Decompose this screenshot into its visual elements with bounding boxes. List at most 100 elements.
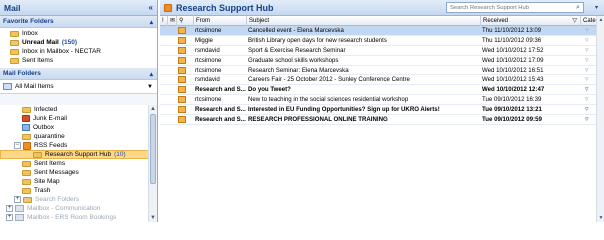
flag-icon[interactable]: ▿ <box>585 85 593 94</box>
rss-icon <box>164 3 172 12</box>
scroll-down-icon[interactable]: ▼ <box>149 214 157 222</box>
folder-title: Research Support Hub <box>176 2 274 13</box>
mail-icon <box>3 83 12 90</box>
folder-tree-item[interactable]: Junk E-mail <box>0 114 149 123</box>
importance-column-header[interactable]: ! <box>160 16 168 26</box>
message-row[interactable]: Research and S... RESEARCH PROFESSIONAL O… <box>160 115 596 125</box>
folder-tree-scrollbar[interactable]: ▲ ▼ <box>148 105 157 222</box>
categories-column-header[interactable]: Cate... <box>581 16 596 26</box>
scroll-down-icon[interactable]: ▼ <box>597 214 604 222</box>
message-from: Research and S... <box>195 116 246 124</box>
scrollbar-thumb[interactable] <box>150 114 156 184</box>
message-list-pane: Research Support Hub ⌕ ▾ ! ✉ ⚲ From Subj… <box>160 0 604 222</box>
folder-tree-item[interactable]: Sent Items <box>0 159 149 168</box>
folder-tree-item[interactable]: Infected <box>0 105 149 114</box>
subject-column-header[interactable]: Subject <box>247 16 481 26</box>
folder-tree-item[interactable]: + Mailbox - ERS Room Bookings <box>0 213 149 222</box>
flag-icon[interactable]: ▿ <box>585 56 593 65</box>
message-received: Wed 10/10/2012 17:09 <box>482 56 544 64</box>
message-subject: Research Seminar: Elena Marcevska <box>248 66 349 74</box>
from-column-header[interactable]: From <box>194 16 247 26</box>
outbox-icon <box>22 124 30 131</box>
inbox-icon <box>10 30 19 37</box>
folder-label: Infected <box>34 106 58 113</box>
flag-icon[interactable]: ▿ <box>585 105 593 114</box>
message-row[interactable]: Miggie British Library open days for new … <box>160 36 596 46</box>
folder-icon <box>33 151 42 158</box>
collapse-pane-button[interactable]: « <box>149 3 153 12</box>
folder-label: Trash <box>34 187 51 194</box>
message-subject: Graduate school skills workshops <box>248 56 339 64</box>
folder-icon <box>22 187 31 194</box>
message-received: Tue 09/10/2012 13:21 <box>482 106 542 114</box>
flag-icon[interactable]: ▿ <box>585 46 593 55</box>
message-row[interactable]: Research and S... Interested in EU Fundin… <box>160 105 596 116</box>
all-mail-items-selector[interactable]: All Mail Items ▼ <box>0 80 157 94</box>
flag-icon[interactable]: ▿ <box>585 95 593 104</box>
expand-icon[interactable]: + <box>14 196 21 203</box>
favorite-inbox[interactable]: Inbox <box>0 29 157 38</box>
folder-tree-item[interactable]: − RSS Feeds <box>0 141 149 150</box>
message-subject: Careers Fair - 25 October 2012 - Sunley … <box>248 76 410 84</box>
flag-icon[interactable]: ▿ <box>585 26 593 35</box>
attachment-column-header[interactable]: ⚲ <box>177 16 194 26</box>
search-icon[interactable]: ⌕ <box>573 3 583 12</box>
junk-icon <box>22 115 30 122</box>
message-row[interactable]: rsmdavid Careers Fair - 25 October 2012 -… <box>160 75 596 86</box>
envelope-icon: ✉ <box>170 18 176 24</box>
favorite-sent-items[interactable]: Sent Items <box>0 56 157 65</box>
collapse-icon[interactable]: − <box>14 142 21 149</box>
message-row[interactable]: rtcsimone Cancelled event - Elena Marcevs… <box>160 26 596 36</box>
message-from: rtcsimone <box>195 66 222 74</box>
mail-folders-header[interactable]: Mail Folders ▴ <box>0 68 157 80</box>
message-subject: Cancelled event - Elena Marcevska <box>248 27 344 34</box>
message-row[interactable]: rsmdavid Sport & Exercise Research Semina… <box>160 46 596 56</box>
favorite-unread-mail[interactable]: Unread Mail (150) <box>0 38 157 47</box>
rss-item-icon <box>178 76 186 84</box>
message-received: Wed 10/10/2012 16:51 <box>482 66 544 74</box>
folder-icon <box>22 160 31 167</box>
expand-icon[interactable]: + <box>6 214 13 221</box>
folder-tree-item[interactable]: Sent Messages <box>0 168 149 177</box>
favorite-folders-header[interactable]: Favorite Folders ▴ <box>0 16 157 28</box>
flag-icon[interactable]: ▿ <box>585 75 593 84</box>
folder-tree-item[interactable]: Research Support Hub (10) <box>0 150 149 159</box>
folder-label: RSS Feeds <box>34 142 68 149</box>
favorite-inbox-nectar[interactable]: Inbox in Mailbox - NECTAR <box>0 47 157 56</box>
folder-label: Mailbox - Communication <box>27 205 101 212</box>
chevron-down-icon[interactable]: ▼ <box>147 84 153 90</box>
type-column-header[interactable]: ✉ <box>168 16 177 26</box>
flag-icon[interactable]: ▿ <box>585 115 593 124</box>
message-row[interactable]: rtcsimone Graduate school skills workshop… <box>160 56 596 66</box>
folder-tree-item[interactable]: Site Map <box>0 177 149 186</box>
folder-item-count: (10) <box>114 151 126 158</box>
search-options-chevron-icon[interactable]: ▾ <box>595 4 598 11</box>
received-column-header[interactable]: Received ▽ <box>481 16 581 26</box>
message-subject: Interested in EU Funding Opportunities? … <box>248 106 440 114</box>
folder-tree-item[interactable]: + Search Folders <box>0 195 149 204</box>
folder-tree-item[interactable]: quarantine <box>0 132 149 141</box>
rss-item-icon <box>178 56 186 64</box>
chevron-up-icon[interactable]: ▴ <box>150 18 153 26</box>
flag-icon[interactable]: ▿ <box>585 66 593 75</box>
rss-item-icon <box>178 36 186 44</box>
flag-icon[interactable]: ▿ <box>585 36 593 45</box>
scroll-up-icon[interactable]: ▲ <box>597 16 604 24</box>
message-row[interactable]: Research and S... Do you Tweet? Wed 10/10/… <box>160 85 596 96</box>
message-received: Wed 10/10/2012 15:43 <box>482 76 544 84</box>
folder-tree-item[interactable]: + Mailbox - Communication <box>0 204 149 213</box>
rss-item-icon <box>178 106 186 114</box>
folder-label: quarantine <box>34 133 65 140</box>
folder-label: Sent Messages <box>34 169 79 176</box>
scroll-up-icon[interactable]: ▲ <box>149 105 157 113</box>
expand-icon[interactable]: + <box>6 205 13 212</box>
message-row[interactable]: rtcsimone New to teaching in the social s… <box>160 95 596 106</box>
folder-tree-item[interactable]: Trash <box>0 186 149 195</box>
message-list-scrollbar[interactable]: ▲ ▼ <box>596 16 604 222</box>
message-row[interactable]: rtcsimone Research Seminar: Elena Marcevs… <box>160 66 596 76</box>
search-folder-icon <box>23 196 32 203</box>
search-input[interactable] <box>446 2 584 13</box>
folder-tree-item[interactable]: Outbox <box>0 123 149 132</box>
chevron-up-icon[interactable]: ▴ <box>150 70 153 78</box>
rss-item-icon <box>178 86 186 94</box>
